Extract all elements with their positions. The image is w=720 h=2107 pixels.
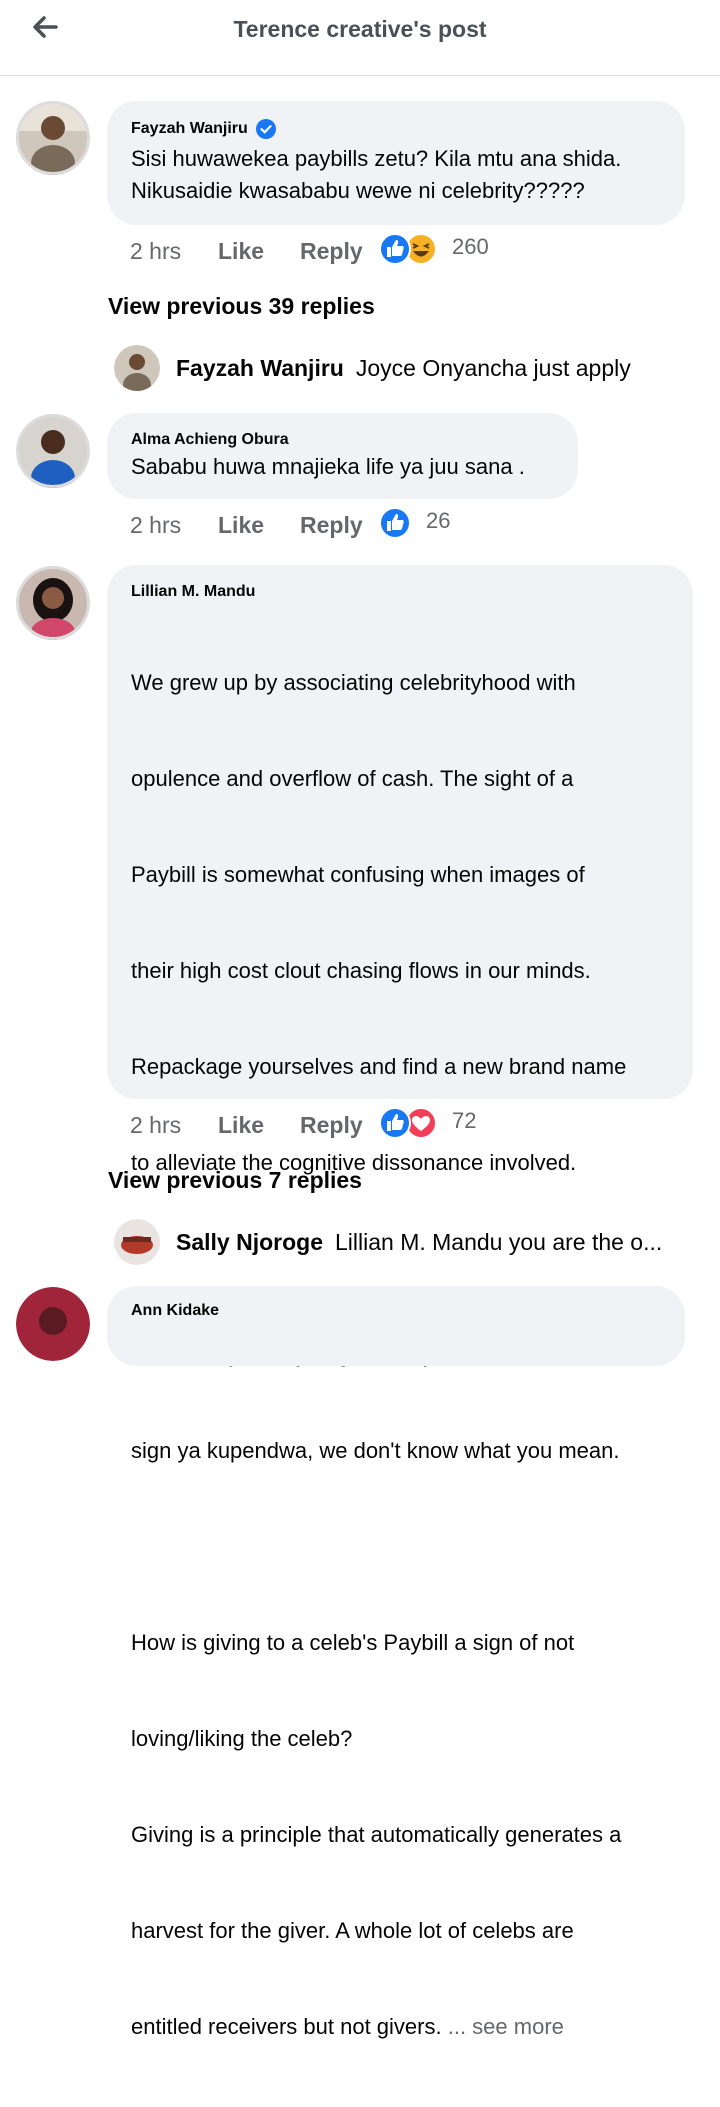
reaction-count: 72 — [452, 1108, 477, 1133]
comment-bubble[interactable]: Alma Achieng Obura Sababu huwa mnajieka … — [107, 413, 578, 499]
comment-author[interactable]: Alma Achieng Obura — [131, 431, 554, 449]
reply-preview[interactable]: Sally Njoroge Lillian M. Mandu you are t… — [114, 1219, 662, 1265]
profile-photo — [16, 1287, 90, 1361]
page-title: Terence creative's post — [233, 16, 487, 42]
avatar[interactable] — [114, 1219, 160, 1265]
comment-text: Sisi huwawekea paybills zetu? Kila mtu a… — [131, 146, 628, 203]
reply-button[interactable]: Reply — [300, 512, 363, 539]
profile-photo — [16, 414, 90, 488]
profile-photo — [16, 566, 90, 640]
comment-author[interactable]: Lillian M. Mandu — [131, 583, 669, 601]
comment-actions: 2 hrs Like Reply 72 — [130, 1107, 510, 1142]
reply-preview[interactable]: Fayzah Wanjiru Joyce Onyancha just apply — [114, 345, 631, 391]
comment-text: Sababu huwa mnajieka life ya juu sana . — [131, 454, 525, 479]
avatar[interactable] — [16, 414, 90, 488]
like-icon — [379, 233, 411, 265]
like-icon — [379, 1107, 411, 1139]
reaction-count: 26 — [426, 508, 451, 533]
avatar[interactable] — [114, 345, 160, 391]
comment-actions: 2 hrs Like Reply 260 — [130, 233, 510, 268]
profile-photo — [16, 101, 90, 175]
like-button[interactable]: Like — [218, 238, 264, 265]
profile-photo — [114, 1219, 160, 1265]
reply-button[interactable]: Reply — [300, 1112, 363, 1139]
comment-author[interactable]: Fayzah Wanjiru — [131, 120, 248, 138]
comment-time: 2 hrs — [130, 238, 182, 264]
avatar[interactable] — [16, 566, 90, 640]
profile-photo — [114, 345, 160, 391]
comment-author[interactable]: Ann Kidake — [131, 1302, 661, 1320]
view-previous-replies[interactable]: View previous 39 replies — [108, 293, 375, 320]
reply-author[interactable]: Sally Njoroge — [176, 1229, 323, 1256]
comment-time: 2 hrs — [130, 1112, 182, 1138]
like-icon — [379, 507, 411, 539]
like-button[interactable]: Like — [218, 512, 264, 539]
comment-bubble[interactable]: Fayzah Wanjiru Sisi huwawekea paybills z… — [107, 101, 685, 225]
verified-badge-icon — [255, 119, 276, 139]
comment-bubble[interactable]: Ann Kidake — [107, 1286, 685, 1366]
reply-button[interactable]: Reply — [300, 238, 363, 265]
comment-bubble[interactable]: Lillian M. Mandu We grew up by associati… — [107, 565, 693, 2039]
see-more-link[interactable]: ... see more — [448, 2014, 564, 2039]
comment-actions: 2 hrs Like Reply 26 — [130, 507, 510, 542]
reaction-count: 260 — [452, 234, 489, 259]
reply-author[interactable]: Fayzah Wanjiru — [176, 355, 344, 382]
avatar[interactable] — [16, 1287, 90, 1361]
avatar[interactable] — [16, 101, 90, 175]
like-button[interactable]: Like — [218, 1112, 264, 1139]
comment-time: 2 hrs — [130, 512, 182, 538]
reply-text: Joyce Onyancha just apply — [355, 354, 631, 381]
top-bar: Terence creative's post — [0, 0, 720, 76]
view-previous-replies[interactable]: View previous 7 replies — [108, 1167, 362, 1194]
reply-text: Lillian M. Mandu you are the o... — [334, 1228, 663, 1255]
